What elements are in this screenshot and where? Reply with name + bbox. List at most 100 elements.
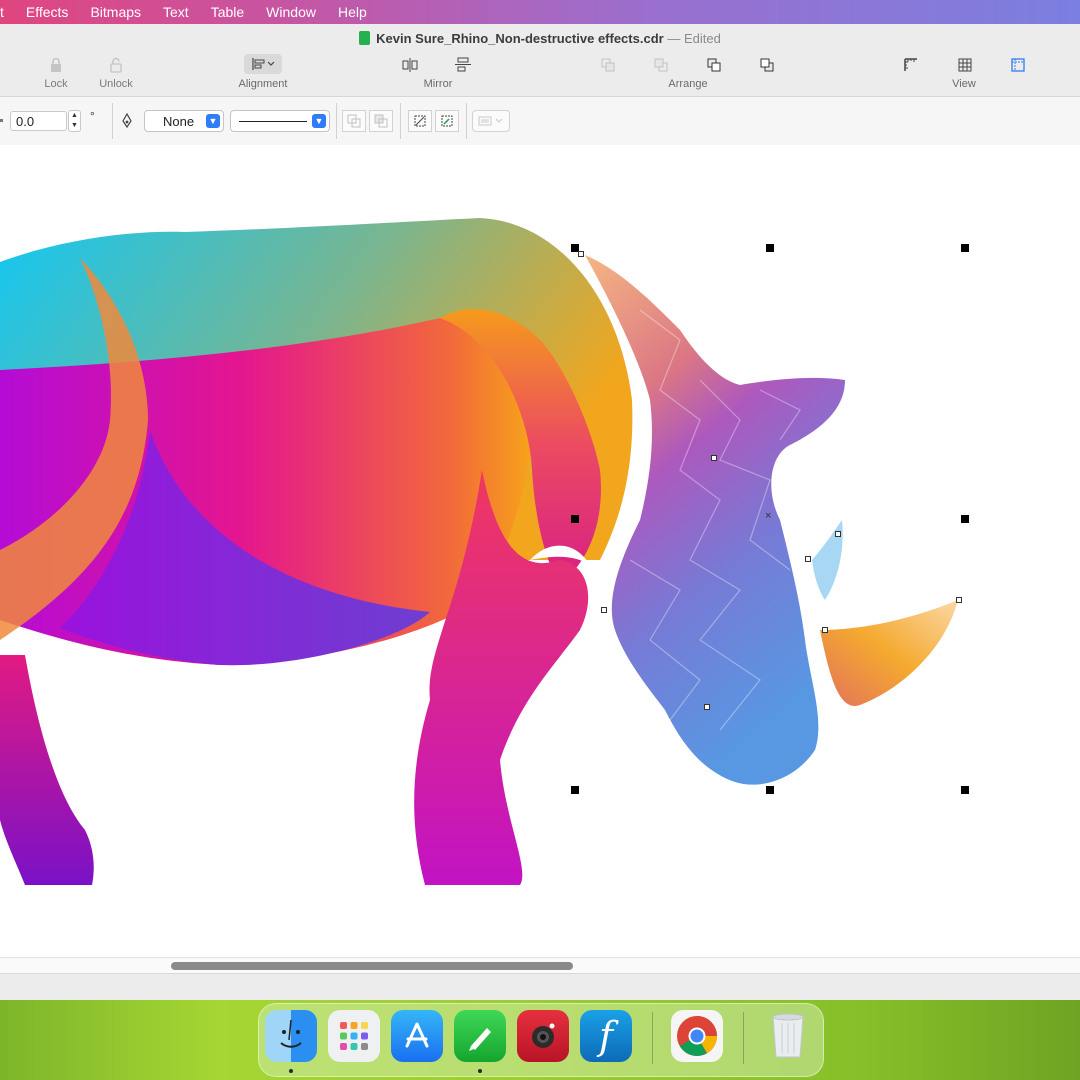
separator bbox=[466, 103, 467, 139]
document-name: Kevin Sure_Rhino_Non-destructive effects… bbox=[376, 31, 664, 46]
shape-tool-button[interactable] bbox=[435, 110, 459, 132]
shape-node-icon bbox=[441, 115, 453, 127]
outline-width-value: None bbox=[163, 114, 195, 129]
forward-one-icon bbox=[707, 58, 721, 72]
line-style-preview bbox=[239, 121, 307, 122]
dock-separator bbox=[743, 1012, 744, 1064]
unlock-label: Unlock bbox=[99, 78, 133, 90]
trash-icon[interactable] bbox=[762, 1010, 814, 1062]
edited-status: Edited bbox=[683, 31, 721, 46]
property-bar: 0.0 ▲ ▼ ° None ▼ ▼ bbox=[0, 96, 1080, 146]
curve-node[interactable] bbox=[956, 597, 962, 603]
rulers-button[interactable] bbox=[899, 54, 923, 76]
grid-button[interactable] bbox=[953, 54, 977, 76]
document-icon bbox=[359, 31, 371, 45]
to-back-button[interactable] bbox=[649, 54, 673, 76]
font-glyph: f bbox=[598, 1014, 614, 1058]
mirror-vertical-icon bbox=[455, 57, 471, 72]
grid-icon bbox=[958, 58, 972, 72]
combine-icon bbox=[347, 114, 361, 128]
mirror-label: Mirror bbox=[423, 78, 453, 90]
overflow-marker bbox=[0, 119, 3, 122]
mirror-vertical-button[interactable] bbox=[451, 54, 475, 76]
menu-bar: t Effects Bitmaps Text Table Window Help bbox=[0, 0, 1080, 24]
app-store-icon[interactable] bbox=[391, 1010, 443, 1062]
break-apart-button[interactable] bbox=[369, 110, 393, 132]
selection-handle[interactable] bbox=[961, 786, 969, 794]
back-one-button[interactable] bbox=[755, 54, 779, 76]
separator bbox=[336, 103, 337, 139]
menu-item-table[interactable]: Table bbox=[211, 4, 244, 20]
status-bar bbox=[0, 973, 1080, 1001]
unlock-button[interactable] bbox=[104, 54, 128, 76]
chevron-down-icon: ▼ bbox=[206, 114, 220, 128]
selection-handle[interactable] bbox=[961, 244, 969, 252]
alignment-dropdown[interactable] bbox=[244, 54, 282, 74]
curve-node[interactable] bbox=[578, 251, 584, 257]
curve-node[interactable] bbox=[805, 556, 811, 562]
chevron-down-icon: ▼ bbox=[312, 114, 326, 128]
menu-item-help[interactable]: Help bbox=[338, 4, 367, 20]
mirror-horizontal-icon bbox=[402, 58, 418, 72]
horizontal-scrollbar[interactable] bbox=[0, 957, 1080, 974]
drawing-canvas[interactable]: × bbox=[0, 145, 1080, 957]
photo-booth-icon[interactable] bbox=[517, 1010, 569, 1062]
line-style-dropdown[interactable]: ▼ bbox=[230, 110, 330, 132]
menu-item-effects[interactable]: Effects bbox=[26, 4, 69, 20]
window-title: Kevin Sure_Rhino_Non-destructive effects… bbox=[0, 31, 1080, 46]
separator bbox=[400, 103, 401, 139]
menu-item-text[interactable]: Text bbox=[163, 4, 189, 20]
degree-symbol: ° bbox=[90, 109, 95, 123]
convert-curves-icon bbox=[414, 115, 426, 127]
separator bbox=[112, 103, 113, 139]
guidelines-icon bbox=[1011, 58, 1025, 72]
lock-label: Lock bbox=[44, 78, 68, 90]
selection-handle[interactable] bbox=[766, 244, 774, 252]
selection-center-mark[interactable]: × bbox=[765, 510, 771, 522]
wrap-text-dropdown[interactable] bbox=[472, 110, 510, 132]
running-indicator bbox=[478, 1069, 482, 1073]
guidelines-button[interactable] bbox=[1006, 54, 1030, 76]
view-label: View bbox=[952, 78, 976, 90]
outline-width-dropdown[interactable]: None ▼ bbox=[144, 110, 224, 132]
arrange-back-icon bbox=[654, 58, 668, 72]
rotation-angle-field[interactable]: 0.0 bbox=[10, 111, 67, 131]
outline-pen-icon[interactable] bbox=[120, 112, 134, 134]
selection-handle[interactable] bbox=[766, 786, 774, 794]
selection-handle[interactable] bbox=[961, 515, 969, 523]
chrome-icon[interactable] bbox=[671, 1010, 723, 1062]
wrap-text-icon bbox=[478, 116, 503, 126]
font-app-icon[interactable]: f bbox=[580, 1010, 632, 1062]
lock-icon bbox=[51, 57, 61, 72]
curve-node[interactable] bbox=[711, 455, 717, 461]
main-toolbar: Kevin Sure_Rhino_Non-destructive effects… bbox=[0, 24, 1080, 96]
coreldraw-icon[interactable] bbox=[454, 1010, 506, 1062]
to-front-button[interactable] bbox=[596, 54, 620, 76]
dash-separator: — bbox=[667, 31, 681, 46]
back-one-icon bbox=[760, 58, 774, 72]
menu-item-window[interactable]: Window bbox=[266, 4, 316, 20]
dock-separator bbox=[652, 1012, 653, 1064]
launchpad-icon[interactable] bbox=[328, 1010, 380, 1062]
menu-item-truncated[interactable]: t bbox=[0, 4, 4, 20]
rotation-stepper[interactable]: ▲ ▼ bbox=[68, 110, 81, 132]
curve-node[interactable] bbox=[601, 607, 607, 613]
finder-icon[interactable] bbox=[265, 1010, 317, 1062]
rhino-artwork bbox=[0, 218, 958, 885]
curve-node[interactable] bbox=[704, 704, 710, 710]
curve-node[interactable] bbox=[822, 627, 828, 633]
combine-button[interactable] bbox=[342, 110, 366, 132]
menu-item-bitmaps[interactable]: Bitmaps bbox=[90, 4, 141, 20]
convert-to-curves-button[interactable] bbox=[408, 110, 432, 132]
arrange-label: Arrange bbox=[668, 78, 708, 90]
curve-node[interactable] bbox=[835, 531, 841, 537]
selection-handle[interactable] bbox=[571, 786, 579, 794]
scrollbar-thumb[interactable] bbox=[171, 962, 573, 970]
arrange-front-icon bbox=[601, 58, 615, 72]
running-indicator bbox=[289, 1069, 293, 1073]
mirror-horizontal-button[interactable] bbox=[398, 54, 422, 76]
forward-one-button[interactable] bbox=[702, 54, 726, 76]
align-left-icon bbox=[252, 58, 275, 70]
lock-button[interactable] bbox=[44, 54, 68, 76]
selection-handle[interactable] bbox=[571, 515, 579, 523]
